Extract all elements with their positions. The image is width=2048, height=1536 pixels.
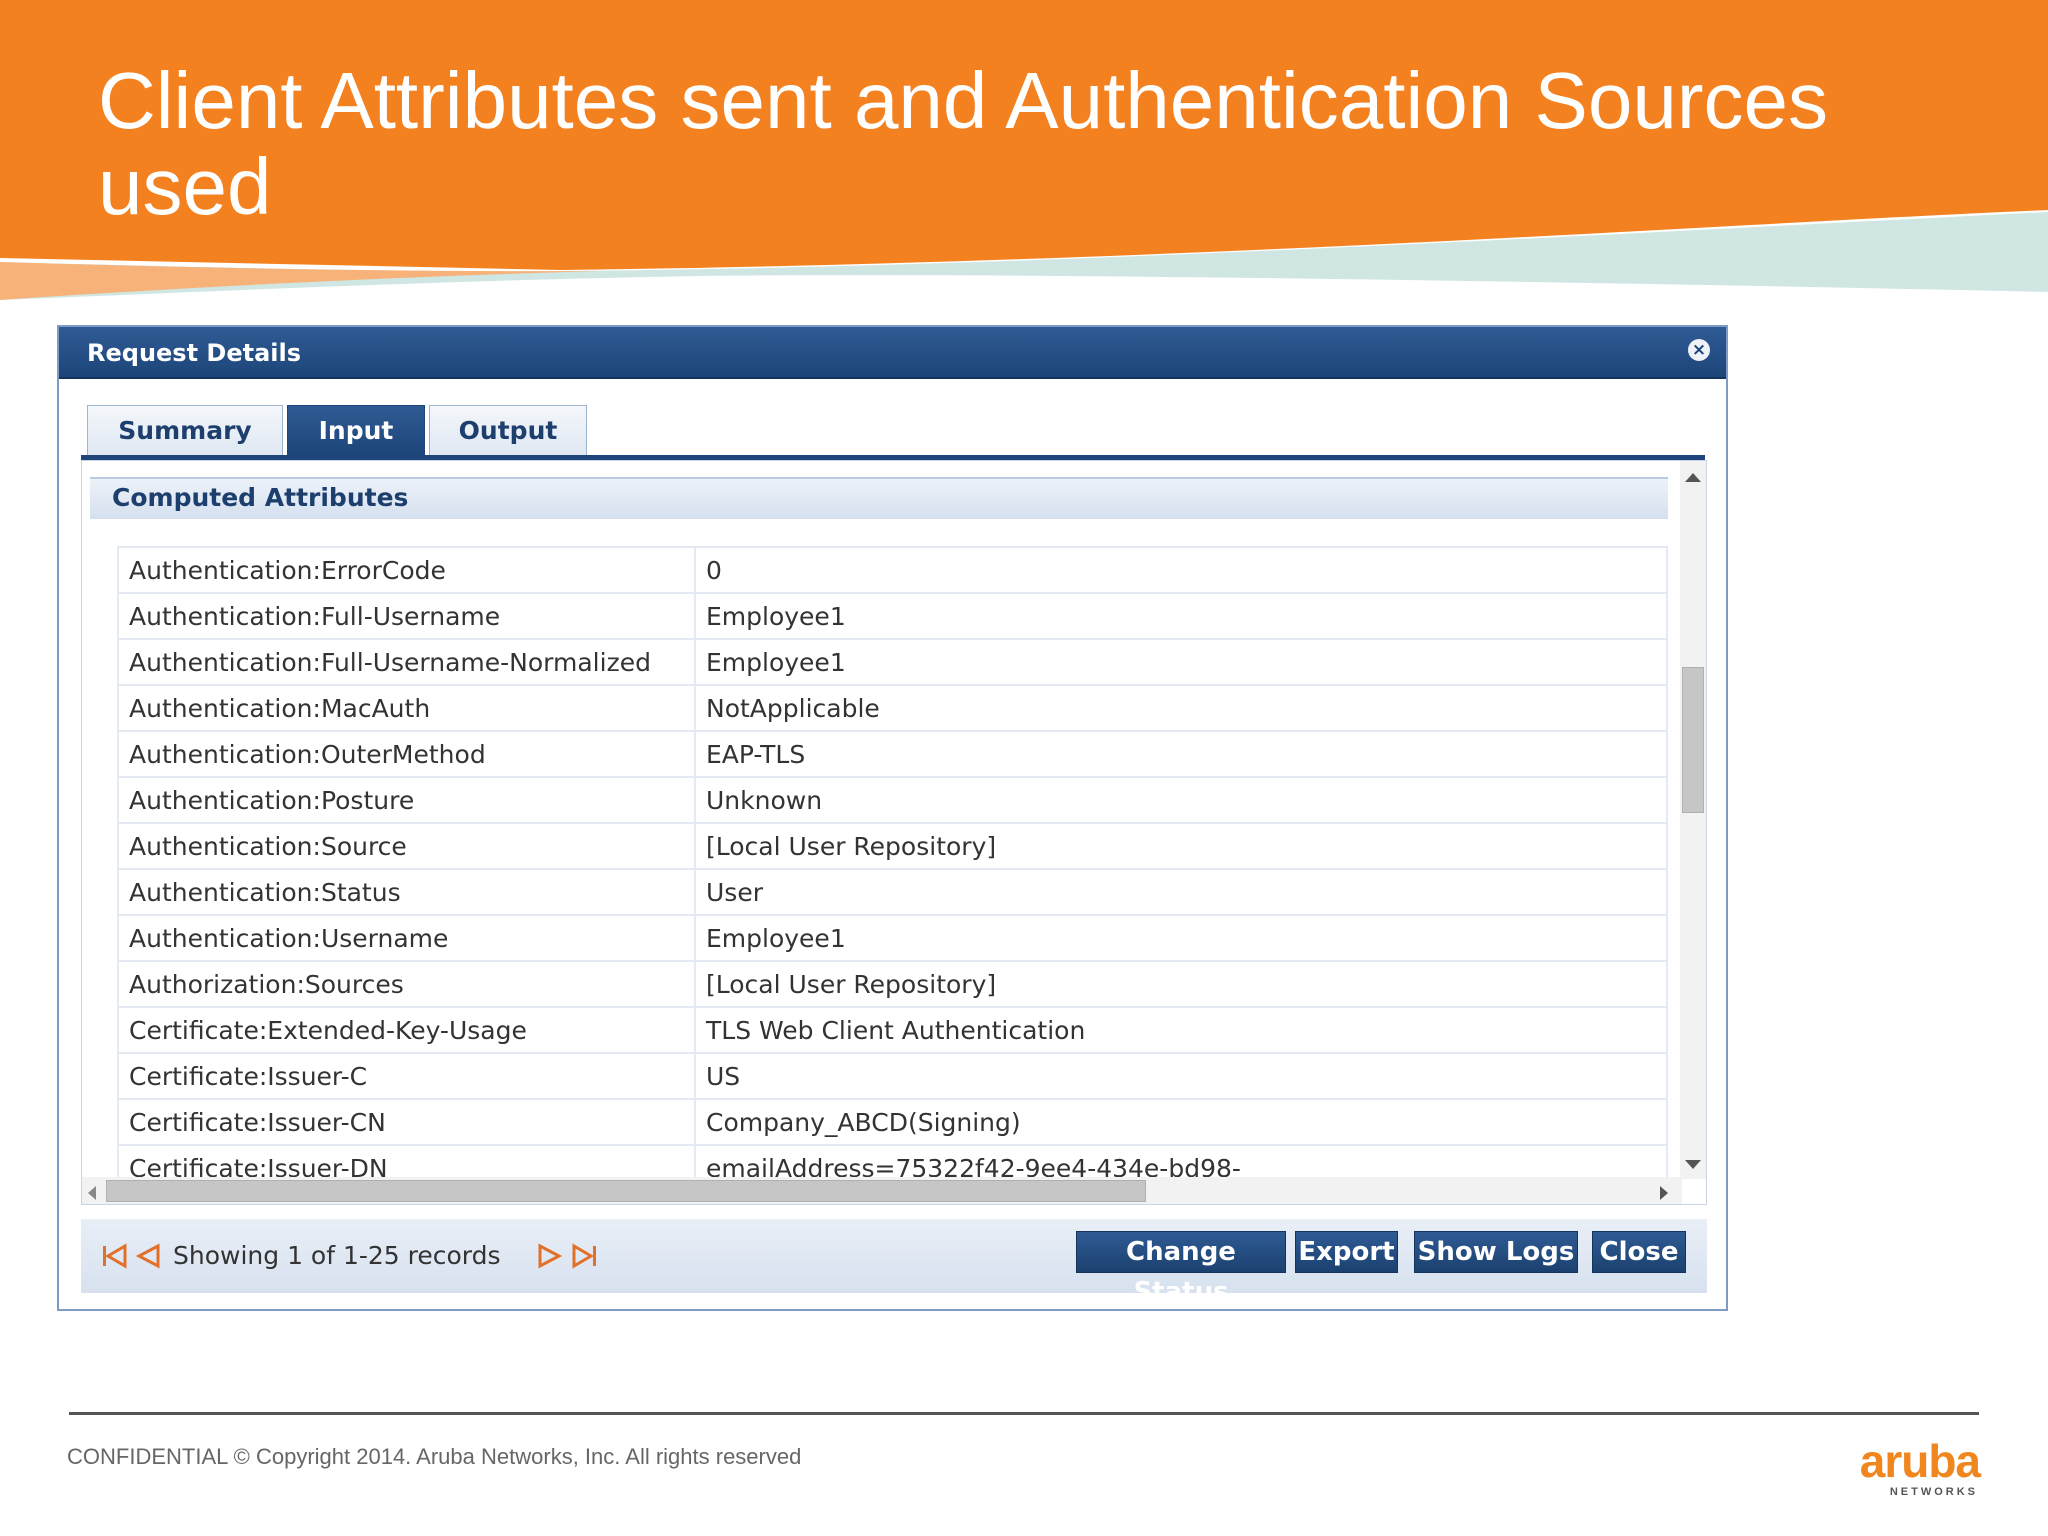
horizontal-scroll-thumb[interactable] [106, 1180, 1146, 1202]
attribute-value: Employee1 [694, 914, 1668, 962]
attribute-name: Authentication:Username [117, 914, 696, 962]
table-row: Authentication:Full-Username Employee1 [117, 592, 1668, 640]
attribute-name: Certificate:Issuer-C [117, 1052, 696, 1100]
attribute-value: 0 [694, 546, 1668, 594]
attribute-value: [Local User Repository] [694, 960, 1668, 1008]
first-page-icon[interactable] [101, 1243, 129, 1269]
table-row: Authentication:ErrorCode 0 [117, 546, 1668, 594]
attribute-value: Employee1 [694, 592, 1668, 640]
attribute-name: Authorization:Sources [117, 960, 696, 1008]
scroll-up-arrow-icon[interactable] [1685, 473, 1701, 482]
export-button[interactable]: Export [1295, 1231, 1398, 1273]
attribute-name: Authentication:Status [117, 868, 696, 916]
close-icon[interactable]: × [1688, 339, 1710, 361]
change-status-button[interactable]: Change Status [1076, 1231, 1286, 1307]
attribute-value: User [694, 868, 1668, 916]
confidential-notice: CONFIDENTIAL © Copyright 2014. Aruba Net… [67, 1444, 802, 1469]
attribute-name: Authentication:Source [117, 822, 696, 870]
table-row: Certificate:Issuer-C US [117, 1052, 1668, 1100]
attribute-value: Company_ABCD(Signing) [694, 1098, 1668, 1146]
vertical-scroll-thumb[interactable] [1682, 667, 1704, 813]
next-page-icon[interactable] [537, 1243, 563, 1269]
dialog-title: Request Details [87, 339, 302, 367]
aruba-logo: aruba NETWORKS [1838, 1436, 1988, 1504]
table-row: Authentication:Posture Unknown [117, 776, 1668, 824]
section-header: Computed Attributes [90, 477, 1668, 519]
attribute-value: TLS Web Client Authentication [694, 1006, 1668, 1054]
scroll-down-arrow-icon[interactable] [1685, 1160, 1701, 1169]
table-row: Authorization:Sources [Local User Reposit… [117, 960, 1668, 1008]
show-logs-button[interactable]: Show Logs [1414, 1231, 1578, 1273]
attribute-name: Authentication:MacAuth [117, 684, 696, 732]
footer-divider [69, 1412, 1979, 1415]
attribute-name: Authentication:Full-Username-Normalized [117, 638, 696, 686]
horizontal-scrollbar[interactable] [82, 1177, 1682, 1204]
close-button[interactable]: Close [1592, 1231, 1686, 1273]
attribute-value: Unknown [694, 776, 1668, 824]
vertical-scrollbar[interactable] [1680, 461, 1706, 1179]
request-details-dialog: Request Details × Summary Input Output C… [57, 325, 1728, 1311]
logo-wordmark: aruba [1859, 1435, 1981, 1487]
last-page-icon[interactable] [571, 1243, 599, 1269]
table-row: Authentication:Source [Local User Reposit… [117, 822, 1668, 870]
attribute-value: NotApplicable [694, 684, 1668, 732]
dialog-footer: Showing 1 of 1-25 records Change Status … [81, 1219, 1707, 1307]
table-row: Authentication:Username Employee1 [117, 914, 1668, 962]
scroll-right-arrow-icon[interactable] [1660, 1186, 1668, 1200]
attribute-name: Authentication:OuterMethod [117, 730, 696, 778]
attribute-value: [Local User Repository] [694, 822, 1668, 870]
slide-title: Client Attributes sent and Authenticatio… [98, 56, 1828, 231]
tab-output[interactable]: Output [429, 405, 587, 455]
attribute-name: Authentication:Full-Username [117, 592, 696, 640]
table-row: Certificate:Issuer-CN Company_ABCD(Signin… [117, 1098, 1668, 1146]
pager-status: Showing 1 of 1-25 records [173, 1241, 501, 1270]
table-row: Authentication:MacAuth NotApplicable [117, 684, 1668, 732]
attributes-panel: Computed Attributes Authentication:Error… [81, 460, 1707, 1205]
table-row: Certificate:Extended-Key-Usage TLS Web Cl… [117, 1006, 1668, 1054]
attributes-table: Authentication:ErrorCode 0 Authentication… [117, 546, 1668, 1192]
attribute-value: Employee1 [694, 638, 1668, 686]
table-row: Authentication:OuterMethod EAP-TLS [117, 730, 1668, 778]
attribute-value: US [694, 1052, 1668, 1100]
scroll-left-arrow-icon[interactable] [88, 1186, 96, 1200]
table-row: Authentication:Full-Username-Normalized E… [117, 638, 1668, 686]
dialog-titlebar: Request Details × [59, 327, 1726, 379]
logo-subtitle: NETWORKS [1889, 1486, 1978, 1498]
section-title: Computed Attributes [112, 483, 409, 512]
tab-summary[interactable]: Summary [87, 405, 283, 455]
attribute-value: EAP-TLS [694, 730, 1668, 778]
table-row: Authentication:Status User [117, 868, 1668, 916]
prev-page-icon[interactable] [135, 1243, 161, 1269]
attribute-name: Authentication:ErrorCode [117, 546, 696, 594]
attribute-name: Authentication:Posture [117, 776, 696, 824]
attribute-name: Certificate:Issuer-CN [117, 1098, 696, 1146]
attribute-name: Certificate:Extended-Key-Usage [117, 1006, 696, 1054]
tab-input[interactable]: Input [287, 405, 425, 455]
